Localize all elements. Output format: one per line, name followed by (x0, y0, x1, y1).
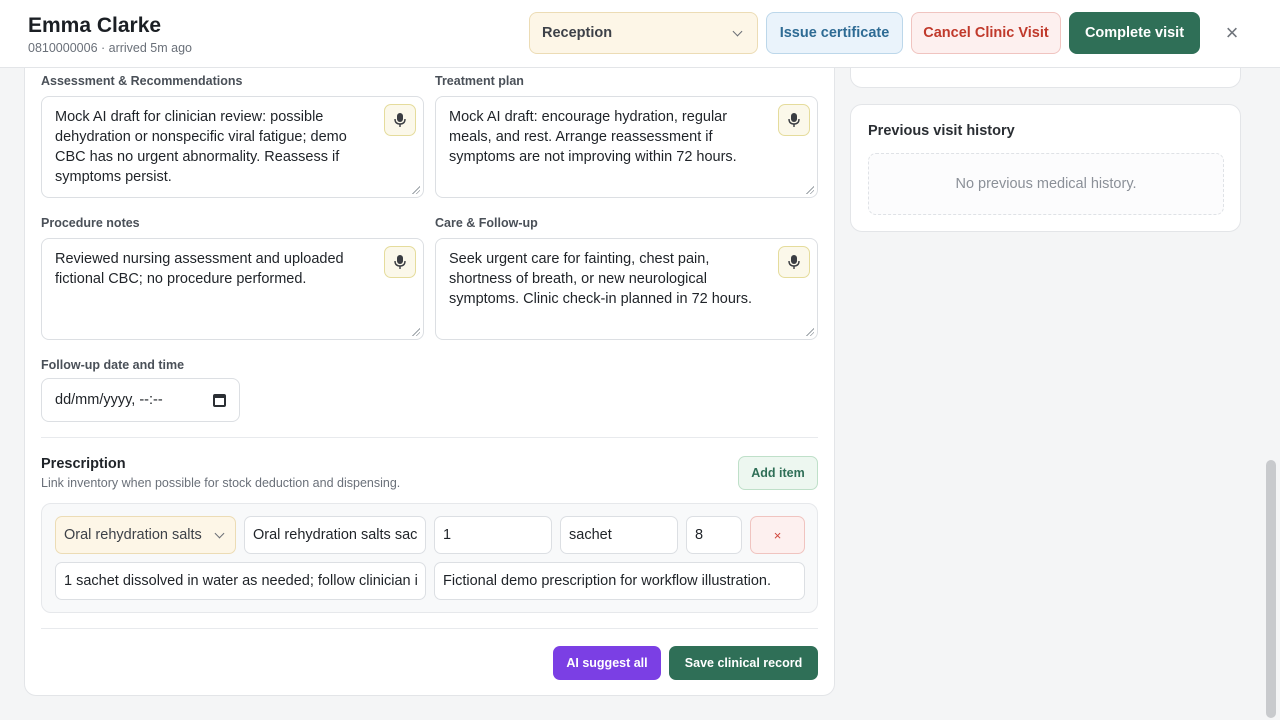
prescription-title: Prescription (41, 456, 126, 472)
assessment-label: Assessment & Recommendations (41, 74, 243, 88)
procedure-textarea[interactable]: Reviewed nursing assessment and uploaded… (41, 238, 424, 340)
prescription-subtitle: Link inventory when possible for stock d… (41, 476, 401, 490)
unit-value: sachet (569, 527, 612, 543)
quantity-input[interactable]: 8 (686, 516, 742, 554)
treatment-label: Treatment plan (435, 74, 524, 88)
unit-input[interactable]: sachet (560, 516, 678, 554)
treatment-textarea[interactable]: Mock AI draft: encourage hydration, regu… (435, 96, 818, 198)
care-followup-label: Care & Follow-up (435, 216, 538, 230)
section-divider (41, 437, 818, 438)
procedure-text: Reviewed nursing assessment and uploaded… (55, 251, 344, 287)
resize-handle[interactable] (806, 328, 814, 336)
clinical-record-card: Assessment & Recommendations Mock AI dra… (24, 50, 835, 696)
dose-value: 1 (443, 527, 452, 543)
chevron-down-icon (214, 528, 225, 538)
microphone-icon (788, 255, 800, 269)
calendar-icon[interactable] (213, 393, 226, 407)
dictate-care-followup-button[interactable] (778, 246, 810, 278)
previous-visit-history-card: Previous visit history No previous medic… (850, 104, 1241, 232)
instructions-input[interactable]: 1 sachet dissolved in water as needed; f… (55, 562, 426, 600)
microphone-icon (394, 113, 406, 127)
remove-item-button[interactable]: × (750, 516, 805, 554)
inventory-select-value: Oral rehydration salts (64, 527, 202, 543)
history-empty-state: No previous medical history. (868, 153, 1224, 215)
dictate-assessment-button[interactable] (384, 104, 416, 136)
microphone-icon (788, 113, 800, 127)
complete-visit-button[interactable]: Complete visit (1069, 12, 1200, 54)
resize-handle[interactable] (412, 186, 420, 194)
prescription-item: Oral rehydration salts Oral rehydration … (41, 503, 818, 613)
chevron-down-icon (732, 26, 743, 36)
resize-handle[interactable] (806, 186, 814, 194)
issue-certificate-button[interactable]: Issue certificate (766, 12, 903, 54)
patient-meta: 0810000006 · arrived 5m ago (28, 41, 193, 55)
drug-name-value: Oral rehydration salts sachet (253, 527, 417, 543)
patient-name: Emma Clarke (28, 14, 162, 37)
care-followup-text: Seek urgent care for fainting, chest pai… (449, 251, 753, 307)
notes-value: Fictional demo prescription for workflow… (443, 573, 771, 589)
add-item-button[interactable]: Add item (738, 456, 818, 490)
treatment-text: Mock AI draft: encourage hydration, regu… (449, 109, 737, 165)
visit-header: Emma Clarke 0810000006 · arrived 5m ago … (0, 0, 1280, 68)
dose-input[interactable]: 1 (434, 516, 552, 554)
inventory-select[interactable]: Oral rehydration salts (55, 516, 236, 554)
notes-input[interactable]: Fictional demo prescription for workflow… (434, 562, 805, 600)
dictate-procedure-button[interactable] (384, 246, 416, 278)
procedure-label: Procedure notes (41, 216, 140, 230)
followup-datetime-input[interactable]: dd/mm/yyyy, --:-- (41, 378, 240, 422)
section-divider (41, 628, 818, 629)
close-icon[interactable]: × (1221, 22, 1243, 44)
page-scrollbar[interactable] (1266, 460, 1276, 718)
followup-datetime-placeholder: dd/mm/yyyy, --:-- (55, 392, 163, 408)
visit-status-select[interactable]: Reception (529, 12, 758, 54)
close-icon: × (773, 527, 782, 543)
resize-handle[interactable] (412, 328, 420, 336)
dictate-treatment-button[interactable] (778, 104, 810, 136)
quantity-value: 8 (695, 527, 704, 543)
assessment-textarea[interactable]: Mock AI draft for clinician review: poss… (41, 96, 424, 198)
drug-name-input[interactable]: Oral rehydration salts sachet (244, 516, 426, 554)
ai-suggest-all-button[interactable]: AI suggest all (553, 646, 661, 680)
care-followup-textarea[interactable]: Seek urgent care for fainting, chest pai… (435, 238, 818, 340)
assessment-text: Mock AI draft for clinician review: poss… (55, 109, 347, 185)
save-clinical-record-button[interactable]: Save clinical record (669, 646, 818, 680)
microphone-icon (394, 255, 406, 269)
cancel-clinic-visit-button[interactable]: Cancel Clinic Visit (911, 12, 1061, 54)
visit-status-value: Reception (542, 25, 613, 41)
history-title: Previous visit history (868, 123, 1015, 139)
followup-datetime-label: Follow-up date and time (41, 358, 185, 372)
instructions-value: 1 sachet dissolved in water as needed; f… (64, 573, 417, 589)
